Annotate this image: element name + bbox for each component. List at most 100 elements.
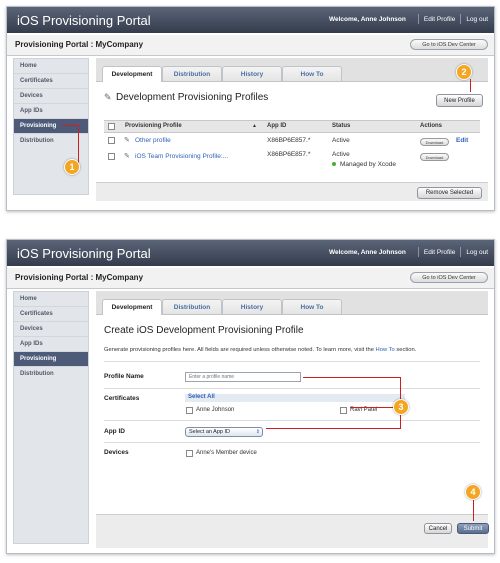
sidebar-item-app-ids[interactable]: App IDs [14,337,88,352]
download-button[interactable]: Download [420,153,449,161]
breadcrumb: Provisioning Portal : MyCompany [15,273,144,282]
tab-development[interactable]: Development [102,66,162,82]
callout-line [266,428,401,429]
sidebar-item-certificates[interactable]: Certificates [14,74,88,89]
app-id-label: App ID [104,428,125,435]
tab-distribution[interactable]: Distribution [162,66,222,81]
divider [460,247,462,257]
callout-badge: 2 [456,64,472,80]
edit-profile-link[interactable]: Edit Profile [424,16,455,23]
managed-note: Managed by Xcode [332,161,396,168]
table-footer: Remove Selected [96,182,488,201]
select-all-checkbox[interactable] [108,123,115,130]
tab-distribution[interactable]: Distribution [162,299,222,314]
sidebar-item-app-ids[interactable]: App IDs [14,104,88,119]
app-id-select-value: Select an App ID [189,429,230,435]
tab-development[interactable]: Development [102,299,162,315]
page-title: Development Provisioning Profiles [116,92,269,103]
chevron-down-icon: ⇕ [255,429,260,435]
page-title: Create iOS Development Provisioning Prof… [104,325,304,336]
sidebar-item-devices[interactable]: Devices [14,89,88,104]
tab-how-to[interactable]: How To [282,66,342,81]
sidebar-item-provisioning[interactable]: Provisioning [14,119,88,134]
profile-name-input[interactable] [185,372,301,382]
callout-line [62,125,78,126]
remove-selected-button[interactable]: Remove Selected [417,187,482,199]
welcome-text: Welcome, Anne Johnson [328,248,406,256]
intro-text: Generate provisioning profiles here. All… [104,347,416,353]
tab-history[interactable]: History [222,299,282,314]
create-profile-window: iOS Provisioning Portal Welcome, Anne Jo… [6,239,495,554]
row-checkbox[interactable] [108,153,115,160]
col-actions: Actions [420,123,443,129]
app-id-select[interactable]: Select an App ID ⇕ [185,427,263,437]
sidebar-item-devices[interactable]: Devices [14,322,88,337]
tab-bar: Development Distribution History How To [96,58,488,82]
log-out-link[interactable]: Log out [466,249,488,256]
divider [460,14,462,24]
sidebar-item-distribution[interactable]: Distribution [14,367,88,543]
select-all-link[interactable]: Select All [188,394,215,400]
divider [104,361,480,362]
certificate-checkbox[interactable] [186,407,193,414]
form-footer: Cancel Submit [96,514,489,548]
main-content: Development Distribution History How To … [96,291,489,548]
row-checkbox[interactable] [108,137,115,144]
tab-how-to[interactable]: How To [282,299,342,314]
edit-link[interactable]: Edit [456,137,468,144]
managed-text: Managed by Xcode [340,161,397,168]
app-id-value: X86BP6E857.* [267,137,311,144]
callout-badge: 1 [64,159,80,175]
new-profile-button[interactable]: New Profile [436,94,483,107]
profiles-table: Provisioning Profile ▲ App ID Status Act… [104,120,480,173]
certificate-checkbox[interactable] [340,407,347,414]
table-row: ✎ Other profile X86BP6E857.* Active Down… [104,133,480,149]
divider [104,442,480,443]
sidebar-item-home[interactable]: Home [14,59,88,74]
col-profile[interactable]: Provisioning Profile [125,123,182,129]
callout-line [303,377,400,378]
main-content: Development Distribution History How To … [96,58,488,206]
device-checkbox[interactable] [186,450,193,457]
title-bar: iOS Provisioning Portal Welcome, Anne Jo… [7,7,494,33]
profile-icon: ✎ [104,92,112,102]
app-id-value: X86BP6E857.* [267,151,311,158]
dev-center-button[interactable]: Go to iOS Dev Center [410,272,488,283]
status-value: Active [332,137,350,144]
divider [104,388,480,389]
profile-name-link[interactable]: iOS Team Provisioning Profile:... [135,153,228,160]
welcome-text: Welcome, Anne Johnson [328,15,406,23]
divider [417,14,419,24]
edit-profile-link[interactable]: Edit Profile [424,249,455,256]
profile-icon: ✎ [124,137,130,144]
portal-title: iOS Provisioning Portal [17,13,151,28]
status-value: Active [332,151,350,158]
status-dot-icon [332,162,336,167]
dev-center-button[interactable]: Go to iOS Dev Center [410,39,488,50]
sort-arrow-icon[interactable]: ▲ [252,123,257,129]
tab-bar: Development Distribution History How To [96,291,488,315]
portal-title: iOS Provisioning Portal [17,246,151,261]
cancel-button[interactable]: Cancel [424,523,452,534]
sidebar-item-certificates[interactable]: Certificates [14,307,88,322]
tab-history[interactable]: History [222,66,282,81]
intro-suffix: section. [394,347,417,353]
sidebar: Home Certificates Devices App IDs Provis… [13,291,89,544]
divider [104,420,480,421]
devices-label: Devices [104,449,129,456]
submit-button[interactable]: Submit [457,523,489,534]
breadcrumb: Provisioning Portal : MyCompany [15,40,144,49]
callout-badge: 4 [465,484,481,500]
callout-line [78,125,79,165]
table-header: Provisioning Profile ▲ App ID Status Act… [104,120,480,133]
sidebar-item-home[interactable]: Home [14,292,88,307]
how-to-link[interactable]: How To [376,347,395,353]
log-out-link[interactable]: Log out [466,16,488,23]
certificate-label: Anne Johnson [196,407,235,413]
sidebar-item-provisioning[interactable]: Provisioning [14,352,88,367]
profile-name-link[interactable]: Other profile [135,137,171,144]
select-all-bar: Select All [185,394,405,402]
intro-prefix: Generate provisioning profiles here. All… [104,347,376,353]
table-row: ✎ iOS Team Provisioning Profile:... X86B… [104,149,480,173]
download-button[interactable]: Download [420,138,449,146]
